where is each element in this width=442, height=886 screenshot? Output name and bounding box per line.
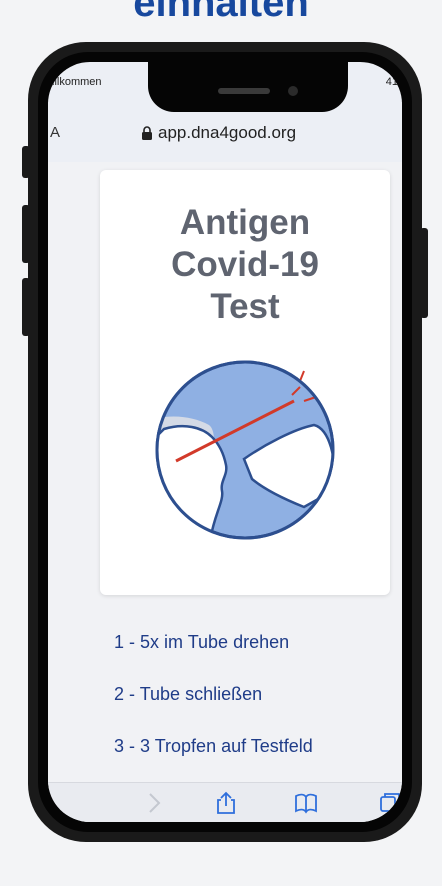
step-number: 2 - [114,684,136,704]
lock-icon [142,126,152,140]
web-content: Antigen Covid-19 Test 1 - 5x im Tube dre… [48,162,402,782]
card-title: Antigen Covid-19 Test [100,202,390,328]
phone-screen: illkommen 41 A app.dna4good.org Antigen … [48,62,402,822]
card-title-line-3: Test [210,287,280,326]
step-text: 5x im Tube drehen [140,632,290,652]
browser-toolbar [48,782,402,822]
share-icon[interactable] [214,791,238,815]
url-text[interactable]: app.dna4good.org [158,123,296,143]
test-card: Antigen Covid-19 Test [100,170,390,595]
speaker [218,88,270,94]
card-title-line-1: Antigen [179,203,311,242]
tabs-icon[interactable] [378,791,402,815]
step-number: 1 - [114,632,136,652]
notch [148,62,348,112]
step-text: Tube schließen [139,684,263,704]
forward-icon[interactable] [142,791,166,815]
nasal-swab-illustration [155,360,335,540]
status-text-left: illkommen [52,76,102,88]
step-1: 1 - 5x im Tube drehen [114,632,289,653]
page-heading: einhalten [133,0,309,25]
card-title-line-2: Covid-19 [171,245,319,284]
step-3: 3 - 3 Tropfen auf Testfeld [114,736,313,757]
phone-frame: illkommen 41 A app.dna4good.org Antigen … [28,42,422,842]
step-2: 2 - Tube schließen [114,684,262,705]
status-text-right: 41 [385,76,398,88]
camera [288,86,298,96]
step-text: 3 Tropfen auf Testfeld [140,736,313,756]
reader-button[interactable]: A [50,124,60,141]
bookmarks-icon[interactable] [294,791,318,815]
step-number: 3 - [114,736,136,756]
